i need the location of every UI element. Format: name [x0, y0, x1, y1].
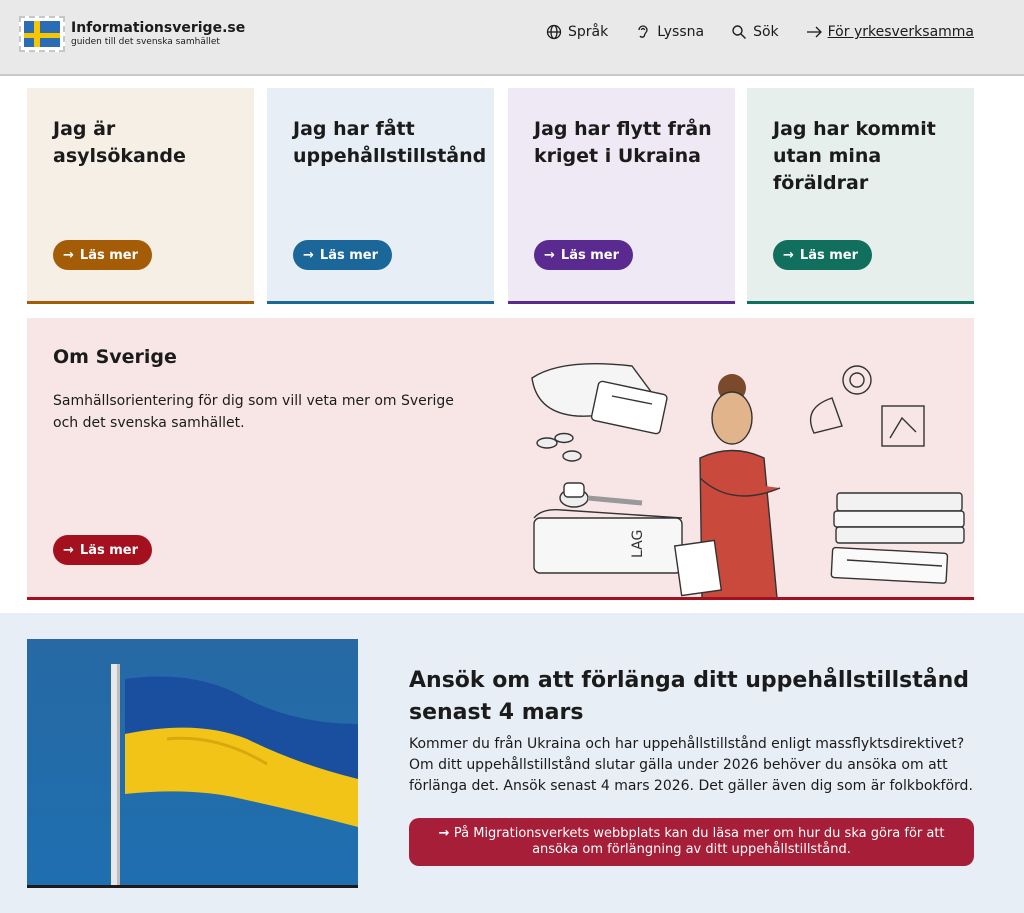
button-label: Läs mer: [560, 247, 619, 263]
arrow-right-icon: →: [438, 826, 454, 841]
button-label: Läs mer: [799, 247, 858, 263]
arrow-right-icon: →: [63, 542, 74, 558]
arrow-right-icon: →: [544, 247, 555, 263]
read-more-button[interactable]: → Läs mer: [53, 240, 152, 270]
books-stack-icon: [830, 492, 965, 584]
button-label: Läs mer: [79, 542, 138, 558]
news-section: Ansök om att förlänga ditt uppehållstill…: [0, 613, 1024, 913]
news-title: Ansök om att förlänga ditt uppehållstill…: [409, 668, 970, 725]
book-label: LAG: [630, 530, 646, 558]
search-button[interactable]: Sök: [731, 24, 779, 40]
about-sweden-text: Samhällsorientering för dig som vill vet…: [53, 393, 454, 431]
law-book-icon: LAG: [533, 482, 683, 574]
about-sweden-banner: Om Sverige Samhällsorientering för dig s…: [27, 318, 974, 600]
listen-label: Lyssna: [657, 24, 705, 40]
professionals-label: För yrkesverksamma: [827, 24, 974, 40]
main-nav: Språk Lyssna Sök För yrkesverksamma: [546, 24, 974, 40]
site-logo[interactable]: Informationsverige.se guiden till det sv…: [19, 16, 245, 52]
card-title: Jag har flytt från kriget i Ukraina: [534, 118, 712, 167]
card-accent-bar: [747, 301, 974, 304]
site-header: Informationsverige.se guiden till det sv…: [0, 0, 1024, 76]
logo-subtitle: guiden till det svenska samhället: [71, 37, 220, 47]
card-title: Jag är asylsökande: [53, 118, 186, 167]
read-more-button[interactable]: → Läs mer: [773, 240, 872, 270]
society-illustration: LAG: [531, 363, 965, 598]
arrow-right-icon: →: [783, 247, 794, 263]
card-accent-bar: [27, 301, 254, 304]
card-asylum-seeker: Jag är asylsökande → Läs mer: [27, 88, 254, 304]
professionals-link[interactable]: För yrkesverksamma: [806, 24, 974, 40]
arrow-right-icon: →: [63, 247, 74, 263]
read-more-button[interactable]: → Läs mer: [53, 535, 152, 565]
button-label: Läs mer: [79, 247, 138, 263]
search-icon: [732, 25, 747, 39]
banner-accent-bar: [27, 597, 974, 600]
coins-icon: [536, 432, 582, 462]
card-title: Jag har fått uppehållstillstånd: [293, 118, 487, 167]
globe-icon: [546, 24, 562, 40]
card-accent-bar: [508, 301, 735, 304]
button-label: Läs mer: [319, 247, 378, 263]
logo-title: Informationsverige.se: [71, 20, 246, 36]
card-without-parents: Jag har kommit utan mina föräldrar → Läs …: [747, 88, 974, 304]
swedish-flag-stamp-icon: [19, 16, 65, 52]
card-accent-bar: [267, 301, 494, 304]
about-sweden-title: Om Sverige: [53, 346, 177, 368]
ear-icon: [638, 25, 648, 38]
read-more-button[interactable]: → Läs mer: [534, 240, 633, 270]
language-button[interactable]: Språk: [546, 24, 608, 40]
language-label: Språk: [568, 24, 609, 40]
news-text: Kommer du från Ukraina och har uppehålls…: [409, 736, 973, 794]
woman-figure-icon: [673, 374, 781, 598]
arrow-right-icon: →: [303, 247, 314, 263]
arrow-right-icon: [806, 26, 822, 38]
search-label: Sök: [753, 24, 779, 40]
read-more-button[interactable]: → Läs mer: [293, 240, 392, 270]
card-residence-permit: Jag har fått uppehållstillstånd → Läs mer: [267, 88, 494, 304]
card-ukraine: Jag har flytt från kriget i Ukraina → Läs…: [508, 88, 735, 304]
abstract-shapes-icon: [809, 365, 925, 447]
card-title: Jag har kommit utan mina föräldrar: [773, 118, 936, 194]
migration-agency-link-button[interactable]: → På Migrationsverkets webbplats kan du …: [409, 818, 974, 866]
listen-button[interactable]: Lyssna: [635, 24, 704, 40]
cta-label: På Migrationsverkets webbplats kan du lä…: [453, 826, 945, 857]
ukrainian-flag-photo: [27, 639, 358, 888]
wallet-icon: [531, 363, 668, 435]
